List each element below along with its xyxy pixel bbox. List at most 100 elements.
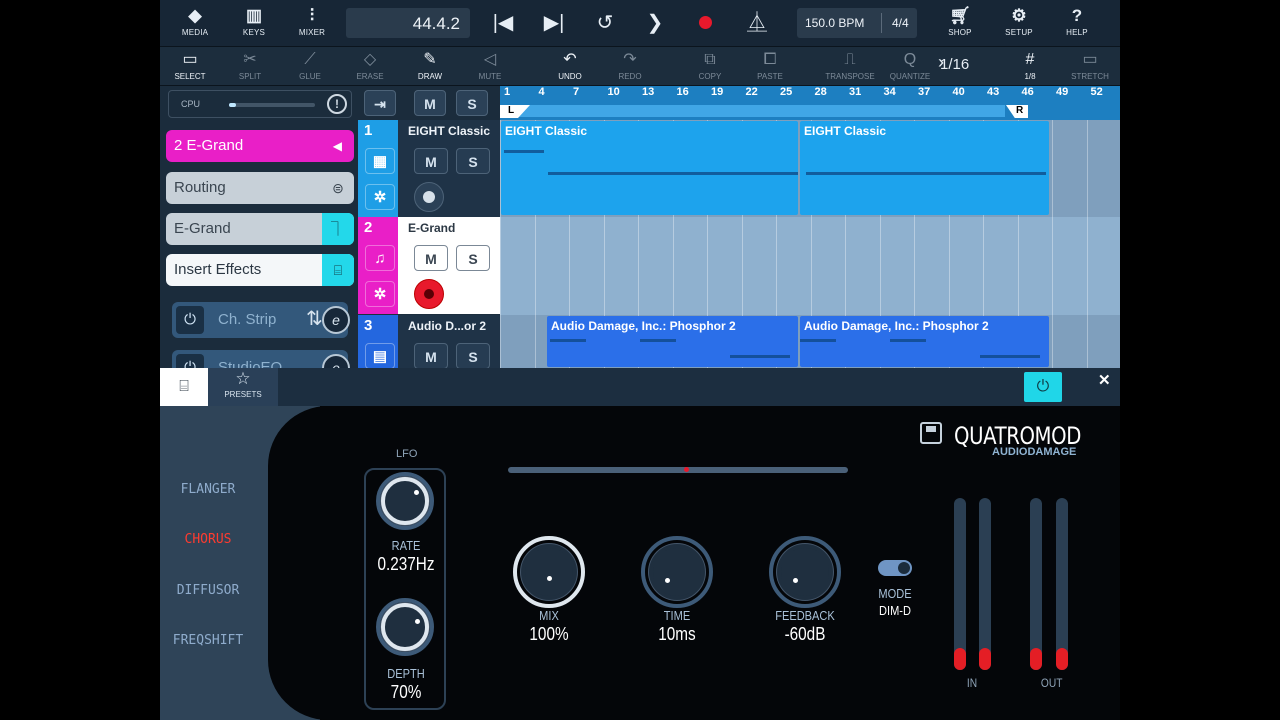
help-button[interactable]: ? HELP bbox=[1052, 6, 1102, 37]
stretch-icon: ▭ bbox=[1082, 51, 1098, 68]
time-knob[interactable] bbox=[649, 544, 705, 600]
transpose-button[interactable]: ⎍ TRANSPOSE bbox=[825, 50, 875, 81]
tab-presets[interactable]: ☆ PRESETS bbox=[208, 368, 278, 406]
glue-tool[interactable]: ⟋ GLUE bbox=[285, 50, 335, 81]
rate-knob[interactable] bbox=[381, 477, 429, 525]
mute-button[interactable]: M bbox=[414, 148, 448, 174]
audio-waveform-icon[interactable]: ▤ bbox=[365, 343, 395, 369]
media-button[interactable]: ◆ MEDIA bbox=[170, 6, 220, 37]
track-header-1[interactable]: 1 ▦ ✲ EIGHT Classic M S bbox=[358, 120, 500, 217]
track-header-2[interactable]: 2 ♫ ✲ E-Grand M S bbox=[358, 217, 500, 314]
track-tools-button[interactable]: ⇥ bbox=[364, 90, 396, 116]
track-header-3[interactable]: 3 ▤ Audio D...or 2 M S bbox=[358, 315, 500, 369]
snowflake-icon[interactable]: ✲ bbox=[365, 184, 395, 210]
tab-insert[interactable]: ⌸ bbox=[160, 368, 208, 406]
insert-effects-button[interactable]: Insert Effects ⌸ bbox=[166, 254, 354, 286]
mute-button[interactable]: M bbox=[414, 343, 448, 369]
meter-level bbox=[954, 648, 966, 670]
feedback-knob[interactable] bbox=[777, 544, 833, 600]
power-icon[interactable]: ⏻ bbox=[176, 306, 204, 334]
reorder-icon[interactable]: ⇅ bbox=[306, 306, 323, 331]
mixer-button[interactable]: ⫶ MIXER bbox=[287, 6, 337, 37]
stretch-button[interactable]: ▭ STRETCH bbox=[1065, 50, 1115, 81]
quantize-value[interactable]: 1/16 bbox=[940, 56, 969, 73]
solo-button[interactable]: S bbox=[456, 148, 490, 174]
feedback-value: -60dB bbox=[784, 624, 826, 644]
skip-forward-icon: ▶| bbox=[543, 12, 565, 34]
global-solo-button[interactable]: S bbox=[456, 90, 488, 116]
instrument-edit-icon[interactable]: ⏋ bbox=[322, 213, 354, 245]
draw-tool[interactable]: ✎ DRAW bbox=[405, 50, 455, 81]
grid-button[interactable]: #1/8 bbox=[1005, 50, 1055, 81]
bar-gridline bbox=[1052, 120, 1053, 217]
loop-range[interactable] bbox=[500, 105, 1005, 117]
mode-flanger[interactable]: FLANGER bbox=[160, 482, 256, 497]
mute-button[interactable]: M bbox=[414, 245, 448, 271]
mode-toggle[interactable] bbox=[878, 560, 912, 576]
keys-button[interactable]: ▥ KEYS bbox=[229, 6, 279, 37]
mute-tool[interactable]: ◁ MUTE bbox=[465, 50, 515, 81]
copy-button[interactable]: ⧉ COPY bbox=[685, 50, 735, 81]
skip-forward-button[interactable]: ▶| bbox=[539, 9, 569, 37]
insert-icon[interactable]: ⌸ bbox=[322, 254, 354, 286]
track-lane-2[interactable] bbox=[500, 217, 1120, 315]
alert-icon[interactable]: ! bbox=[327, 94, 347, 114]
bar-gridline bbox=[879, 217, 881, 315]
timeline-ruler[interactable]: L R 1 4 7 10 13 16 19 22 25 28 31 34 37 40 43 46 49 52 bbox=[500, 86, 1120, 120]
mode-diffusor[interactable]: DIFFUSOR bbox=[160, 583, 256, 598]
global-mute-button[interactable]: M bbox=[414, 90, 446, 116]
setup-button[interactable]: ⚙ SETUP bbox=[994, 6, 1044, 37]
time-signature: 4/4 bbox=[892, 16, 909, 30]
mode-freqshift[interactable]: FREQSHIFT bbox=[160, 633, 256, 648]
help-icon: ? bbox=[1071, 6, 1083, 25]
clip-eight-classic-1[interactable]: EIGHT Classic bbox=[501, 121, 798, 215]
save-icon[interactable] bbox=[920, 422, 942, 444]
clip-eight-classic-2[interactable]: EIGHT Classic bbox=[800, 121, 1049, 215]
record-button[interactable] bbox=[699, 16, 712, 29]
snowflake-icon[interactable]: ✲ bbox=[365, 281, 395, 307]
routing-button[interactable]: Routing ⊜ bbox=[166, 172, 354, 204]
play-button[interactable]: ❯ bbox=[640, 9, 670, 37]
time-label: TIME bbox=[663, 608, 691, 623]
undo-button[interactable]: ↶ UNDO bbox=[545, 50, 595, 81]
knob-indicator bbox=[414, 490, 419, 495]
ruler-bar-10: 10 bbox=[607, 86, 620, 98]
shop-button[interactable]: 🛒︎ SHOP bbox=[935, 6, 985, 37]
depth-knob[interactable] bbox=[381, 603, 429, 651]
slider-indicator bbox=[684, 467, 689, 472]
split-tool[interactable]: ✂ SPLIT bbox=[225, 50, 275, 81]
ruler-bar-40: 40 bbox=[952, 86, 965, 98]
erase-tool[interactable]: ◇ ERASE bbox=[345, 50, 395, 81]
track-lane-3[interactable]: Audio Damage, Inc.: Phosphor 2 Audio Dam… bbox=[500, 315, 1120, 368]
solo-button[interactable]: S bbox=[456, 343, 490, 369]
select-tool[interactable]: ▭ SELECT bbox=[165, 50, 215, 81]
record-arm-button[interactable] bbox=[414, 279, 444, 309]
fx-slot-ch-strip[interactable]: ⏻ Ch. Strip ⇅ e bbox=[172, 302, 350, 338]
cpu-bar bbox=[229, 103, 315, 107]
solo-button[interactable]: S bbox=[456, 245, 490, 271]
instrument-button[interactable]: E-Grand ⏋ bbox=[166, 213, 354, 245]
loop-end-marker[interactable]: R bbox=[1006, 105, 1028, 118]
instrument-grid-icon[interactable]: ▦ bbox=[365, 148, 395, 174]
record-arm-button[interactable] bbox=[414, 182, 444, 212]
quantize-button[interactable]: Q QUANTIZE bbox=[885, 50, 935, 81]
track-name: Audio D...or 2 bbox=[408, 319, 486, 333]
paste-button[interactable]: ⧠ PASTE bbox=[745, 50, 795, 81]
metronome-button[interactable]: ⏅ bbox=[742, 9, 772, 37]
lfo-phase-slider[interactable] bbox=[508, 467, 848, 473]
edit-icon[interactable]: e bbox=[322, 306, 350, 334]
tempo-display[interactable]: 150.0 BPM 4/4 bbox=[797, 8, 917, 38]
in-label: IN bbox=[966, 676, 978, 690]
redo-button[interactable]: ↷ REDO bbox=[605, 50, 655, 81]
close-icon[interactable]: ✕ bbox=[1098, 371, 1111, 389]
inspector-track-selector[interactable]: 2 E-Grand ◀ bbox=[166, 130, 354, 162]
position-display[interactable]: 44.4.2 bbox=[346, 8, 470, 38]
piano-icon[interactable]: ♫ bbox=[365, 245, 395, 271]
cart-icon: 🛒︎ bbox=[949, 6, 971, 25]
mode-chorus[interactable]: CHORUS bbox=[160, 532, 256, 547]
plugin-power-button[interactable]: ⏻ bbox=[1024, 372, 1062, 402]
loop-button[interactable]: ↺ bbox=[590, 9, 620, 37]
track-lane-1[interactable]: EIGHT Classic EIGHT Classic bbox=[500, 120, 1120, 217]
rewind-to-start-button[interactable]: |◀ bbox=[488, 9, 518, 37]
mix-knob[interactable] bbox=[521, 544, 577, 600]
